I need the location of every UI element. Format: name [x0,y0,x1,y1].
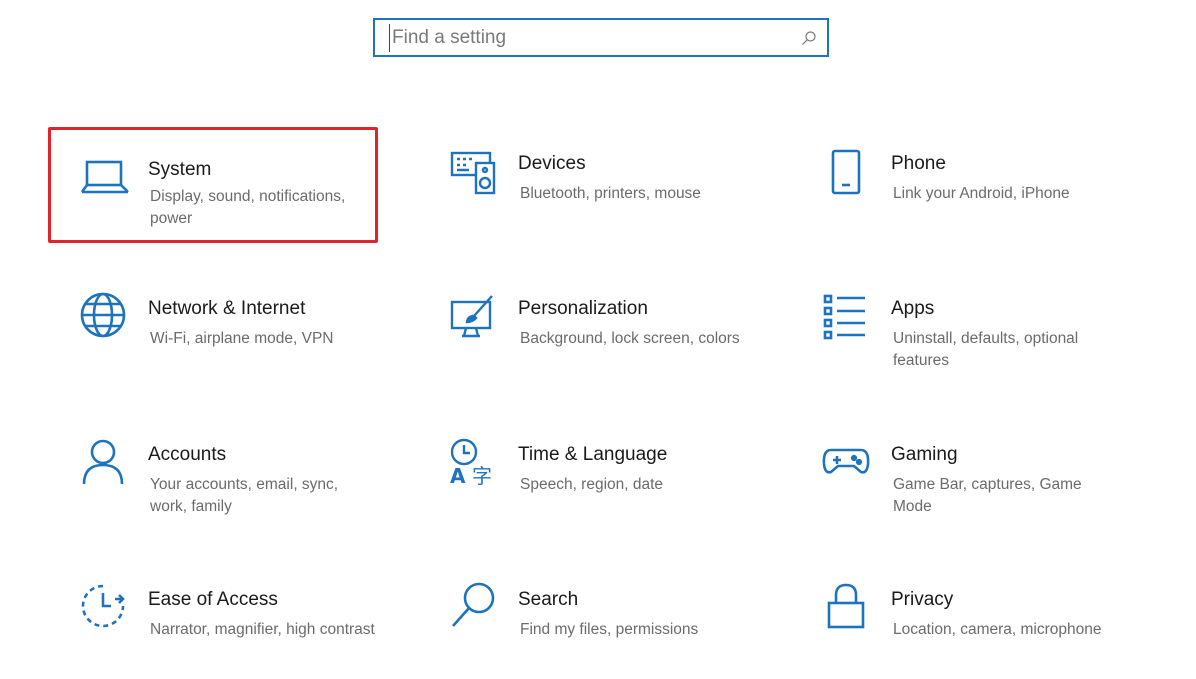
tile-title: Accounts [148,444,227,465]
gamepad-icon [821,436,871,486]
tile-title: System [148,159,212,180]
tile-gaming[interactable]: Gaming Game Bar, captures, Game Mode [795,418,1125,534]
magnifier-icon [448,581,498,631]
tile-ease-of-access[interactable]: Ease of Access Narrator, magnifier, high… [52,563,382,679]
tile-title: Personalization [518,298,648,319]
tile-accounts[interactable]: Accounts Your accounts, email, sync, wor… [52,418,382,534]
time-language-icon: A 字 [448,436,498,486]
tile-apps[interactable]: Apps Uninstall, defaults, optional featu… [795,272,1125,388]
tile-title: Devices [518,153,586,174]
tile-description: Background, lock screen, colors [520,330,740,347]
tile-title: Apps [891,298,935,319]
tile-network-internet[interactable]: Network & Internet Wi-Fi, airplane mode,… [52,272,382,388]
tile-description: Bluetooth, printers, mouse [520,185,701,202]
search-input[interactable] [389,24,792,52]
paintbrush-icon [448,290,498,340]
tile-title: Time & Language [518,444,668,465]
tile-time-language[interactable]: A 字 Time & Language Speech, region, date [422,418,752,534]
tile-title: Privacy [891,589,954,610]
tile-description: Wi-Fi, airplane mode, VPN [150,330,334,347]
tile-privacy[interactable]: Privacy Location, camera, microphone [795,563,1125,679]
tile-description: Location, camera, microphone [893,621,1102,638]
tile-title: Ease of Access [148,589,278,610]
tile-title: Search [518,589,579,610]
lock-icon [821,581,871,631]
tile-devices[interactable]: Devices Bluetooth, printers, mouse [422,127,752,243]
person-icon [78,436,128,486]
apps-list-icon [821,294,871,344]
tile-title: Network & Internet [148,298,306,319]
tile-description: Narrator, magnifier, high contrast [150,621,375,638]
tile-personalization[interactable]: Personalization Background, lock screen,… [422,272,752,388]
tile-description: Speech, region, date [520,476,664,493]
globe-icon [78,290,128,340]
search-box[interactable] [373,18,829,57]
tile-system[interactable]: System Display, sound, notifications, po… [48,127,378,243]
ease-of-access-icon [78,581,128,631]
tile-description: Find my files, permissions [520,621,699,638]
phone-icon [821,145,871,195]
tile-search[interactable]: Search Find my files, permissions [422,563,752,679]
tile-description: Your accounts, email, sync, work, family [150,476,339,515]
tile-description: Link your Android, iPhone [893,185,1070,202]
keyboard-speaker-icon [448,147,498,197]
search-icon[interactable] [801,30,817,46]
tile-title: Gaming [891,444,958,465]
laptop-icon [80,152,130,202]
tile-phone[interactable]: Phone Link your Android, iPhone [795,127,1125,243]
tile-description: Uninstall, defaults, optional features [893,330,1079,369]
svg-text:字: 字 [472,464,492,486]
svg-text:A: A [450,464,466,486]
tile-description: Game Bar, captures, Game Mode [893,476,1082,515]
tile-title: Phone [891,153,946,174]
tile-description: Display, sound, notifications, power [150,188,346,227]
